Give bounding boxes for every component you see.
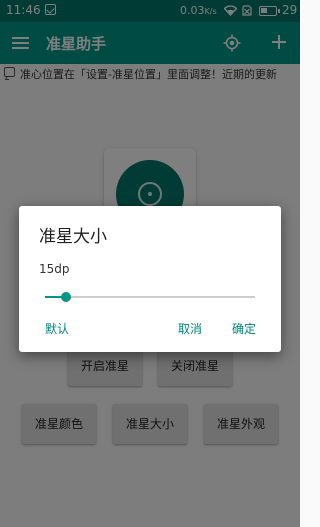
slider-thumb[interactable] xyxy=(61,292,71,302)
size-slider[interactable] xyxy=(45,288,255,306)
dialog-title: 准星大小 xyxy=(39,227,107,247)
ok-button[interactable]: 确定 xyxy=(232,320,256,337)
default-button[interactable]: 默认 xyxy=(45,320,69,337)
size-dialog: 准星大小 15dp 默认 取消 确定 xyxy=(19,206,281,352)
size-value-label: 15dp xyxy=(39,262,70,276)
cancel-button[interactable]: 取消 xyxy=(178,320,202,337)
slider-track xyxy=(45,296,255,298)
